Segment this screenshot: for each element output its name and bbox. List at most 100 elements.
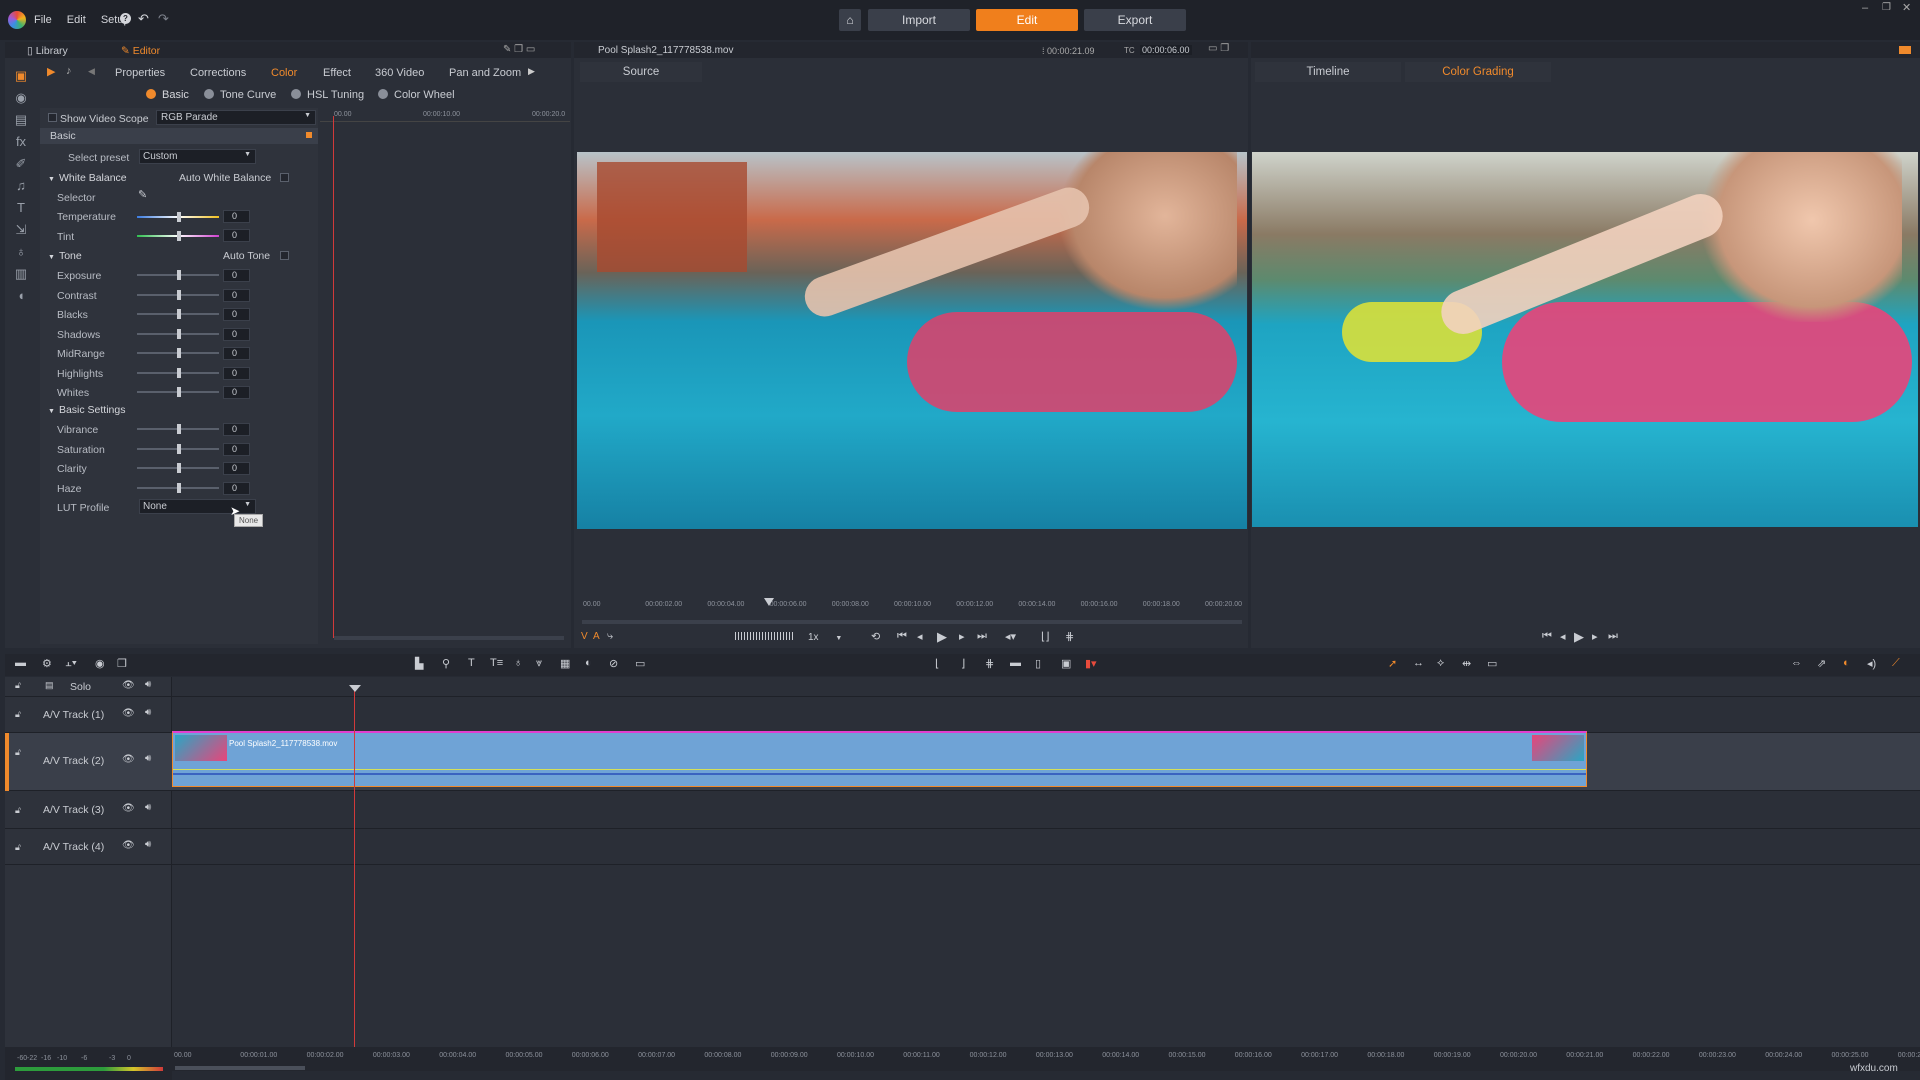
tab-editor[interactable]: ✎ Editor xyxy=(121,45,160,57)
saturation-slider[interactable] xyxy=(137,443,219,454)
white-balance-toggle[interactable]: ▼ White Balance xyxy=(48,172,127,184)
visibility-icon[interactable]: 👁︎ xyxy=(122,840,135,851)
volume-icon[interactable]: ◂▾ xyxy=(1005,630,1016,643)
midrange-input[interactable]: 0 xyxy=(223,347,250,360)
keyframe-icon[interactable]: ⟋ xyxy=(1892,657,1900,670)
link-icon[interactable]: ⊘ xyxy=(609,657,618,670)
vibrance-slider[interactable] xyxy=(137,424,219,434)
microphone-icon[interactable]: ♁ xyxy=(13,244,29,260)
highlights-slider[interactable] xyxy=(137,367,219,378)
step-back-icon[interactable]: ◂ xyxy=(917,630,923,643)
preset-select[interactable]: Custom ▼ xyxy=(139,149,256,164)
scope-scrollbar[interactable] xyxy=(334,636,564,640)
whites-slider[interactable] xyxy=(137,387,219,397)
import-button[interactable]: Import xyxy=(868,9,970,31)
vibrance-input[interactable]: 0 xyxy=(223,423,250,436)
tone-toggle[interactable]: ▼ Tone xyxy=(48,250,82,262)
lock-icon[interactable]: 🔓︎ xyxy=(15,747,21,758)
tab-corrections[interactable]: Corrections xyxy=(190,67,246,79)
brush-icon[interactable]: ✐ xyxy=(13,156,29,172)
speaker-icon[interactable]: 🔊︎ xyxy=(145,839,151,850)
slider-knob[interactable] xyxy=(177,367,181,378)
go-to-end-icon[interactable]: ⏭ xyxy=(1608,630,1618,643)
slider-knob[interactable] xyxy=(177,424,181,434)
timeline-playhead[interactable] xyxy=(354,685,355,1057)
snap-icon[interactable]: ⫠▾ xyxy=(65,657,77,670)
subtab-tone-curve[interactable]: Tone Curve xyxy=(204,89,276,101)
tab-properties[interactable]: Properties xyxy=(115,67,165,79)
haze-slider[interactable] xyxy=(137,482,219,493)
ripple-icon[interactable]: ↔ xyxy=(1413,657,1424,669)
timeline-scrollbar[interactable] xyxy=(175,1066,305,1070)
mark-in-out-icon[interactable]: ⌊⌋ xyxy=(1041,630,1050,643)
tab-pan-and-zoom[interactable]: Pan and Zoom xyxy=(449,67,521,79)
audio-ducking-icon[interactable]: ◂) xyxy=(1867,657,1876,670)
slider-knob[interactable] xyxy=(177,463,181,473)
tab-effect[interactable]: Effect xyxy=(323,67,351,79)
subtab-hsl-tuning[interactable]: HSL Tuning xyxy=(291,89,364,101)
saturation-input[interactable]: 0 xyxy=(223,442,250,456)
pointer-icon[interactable]: ➚ xyxy=(1388,657,1397,670)
player-video-preview[interactable] xyxy=(1252,152,1918,527)
loop-icon[interactable]: ⟲ xyxy=(871,630,880,643)
redo-icon[interactable]: ↷ xyxy=(158,11,169,27)
lock-icon[interactable]: 🔓︎ xyxy=(15,805,21,816)
color-icon[interactable]: ◐ xyxy=(585,657,592,669)
contrast-input[interactable]: 0 xyxy=(223,288,250,302)
fx-icon[interactable]: fx xyxy=(13,134,29,150)
tab-source[interactable]: Source xyxy=(580,62,702,82)
slider-knob[interactable] xyxy=(177,270,181,280)
eyedropper-icon[interactable]: ✎ xyxy=(138,188,147,201)
help-icon[interactable]: ? xyxy=(120,13,131,24)
tint-input[interactable]: 0 xyxy=(223,229,250,242)
marker-in-icon[interactable]: ⌊ xyxy=(935,657,939,670)
shadows-input[interactable]: 0 xyxy=(223,327,250,341)
transform-icon[interactable]: ⇲ xyxy=(13,222,29,238)
tab-scroll-right-icon[interactable]: ▶ xyxy=(528,66,535,77)
record-icon[interactable]: ◉ xyxy=(95,657,105,670)
album-icon[interactable]: ▤ xyxy=(13,112,29,128)
source-video-preview[interactable] xyxy=(577,152,1247,529)
audio-icon[interactable]: ◖ xyxy=(13,288,29,304)
blacks-input[interactable]: 0 xyxy=(223,308,250,321)
step-forward-icon[interactable]: ▸ xyxy=(1592,630,1598,643)
delete-icon[interactable]: ▯ xyxy=(1035,657,1041,670)
marker-split-icon[interactable]: ⋕ xyxy=(985,657,994,670)
tab-scroll-left-icon[interactable]: ◀ xyxy=(88,66,95,77)
edit-button[interactable]: Edit xyxy=(976,9,1078,31)
caption-icon[interactable]: ▭ xyxy=(635,657,645,670)
exposure-slider[interactable] xyxy=(137,270,219,280)
speaker-icon[interactable]: 🔊︎ xyxy=(145,802,151,813)
settings-icon[interactable]: ⚙ xyxy=(42,657,52,670)
step-forward-icon[interactable]: ▸ xyxy=(959,630,965,643)
restore-icon[interactable]: ❐ xyxy=(1882,2,1891,13)
menu-edit[interactable]: Edit xyxy=(67,14,86,26)
slider-knob[interactable] xyxy=(177,289,181,300)
minimize-icon[interactable]: – xyxy=(1862,2,1868,14)
track-menu-icon[interactable]: ▤ xyxy=(45,680,54,691)
slider-knob[interactable] xyxy=(177,482,181,493)
marker-color-icon[interactable]: ▮▾ xyxy=(1085,657,1097,670)
source-playhead[interactable] xyxy=(764,598,774,606)
tool-icon[interactable]: ⤷ xyxy=(607,630,613,643)
slip-icon[interactable]: ⇹ xyxy=(1462,657,1471,670)
shadows-slider[interactable] xyxy=(137,328,219,339)
auto-tone-checkbox[interactable] xyxy=(280,251,289,260)
tab-360-video[interactable]: 360 Video xyxy=(375,67,424,79)
go-to-end-icon[interactable]: ⏭ xyxy=(977,630,987,643)
fit-icon[interactable]: ▭ xyxy=(1487,657,1497,670)
temperature-slider[interactable] xyxy=(137,212,219,222)
source-timecode[interactable]: 00:00:06.00 xyxy=(1140,45,1192,55)
whites-input[interactable]: 0 xyxy=(223,386,250,399)
slider-knob[interactable] xyxy=(177,212,181,222)
window-icons[interactable]: ▭ ❐ xyxy=(1208,43,1229,54)
grid-icon[interactable]: ▦ xyxy=(560,657,570,670)
title-tool-icon[interactable]: T xyxy=(468,657,475,669)
speaker-icon[interactable]: 🔊︎ xyxy=(145,753,151,764)
timeline-clip[interactable]: Pool Splash2_117778538.mov xyxy=(172,731,1587,787)
speaker-icon[interactable]: 🔊︎ xyxy=(145,679,151,690)
midrange-slider[interactable] xyxy=(137,348,219,358)
subtab-basic[interactable]: Basic xyxy=(146,89,189,101)
panel-tools-icon[interactable]: ✎ ❐ ▭ xyxy=(503,44,535,55)
slider-knob[interactable] xyxy=(177,348,181,358)
